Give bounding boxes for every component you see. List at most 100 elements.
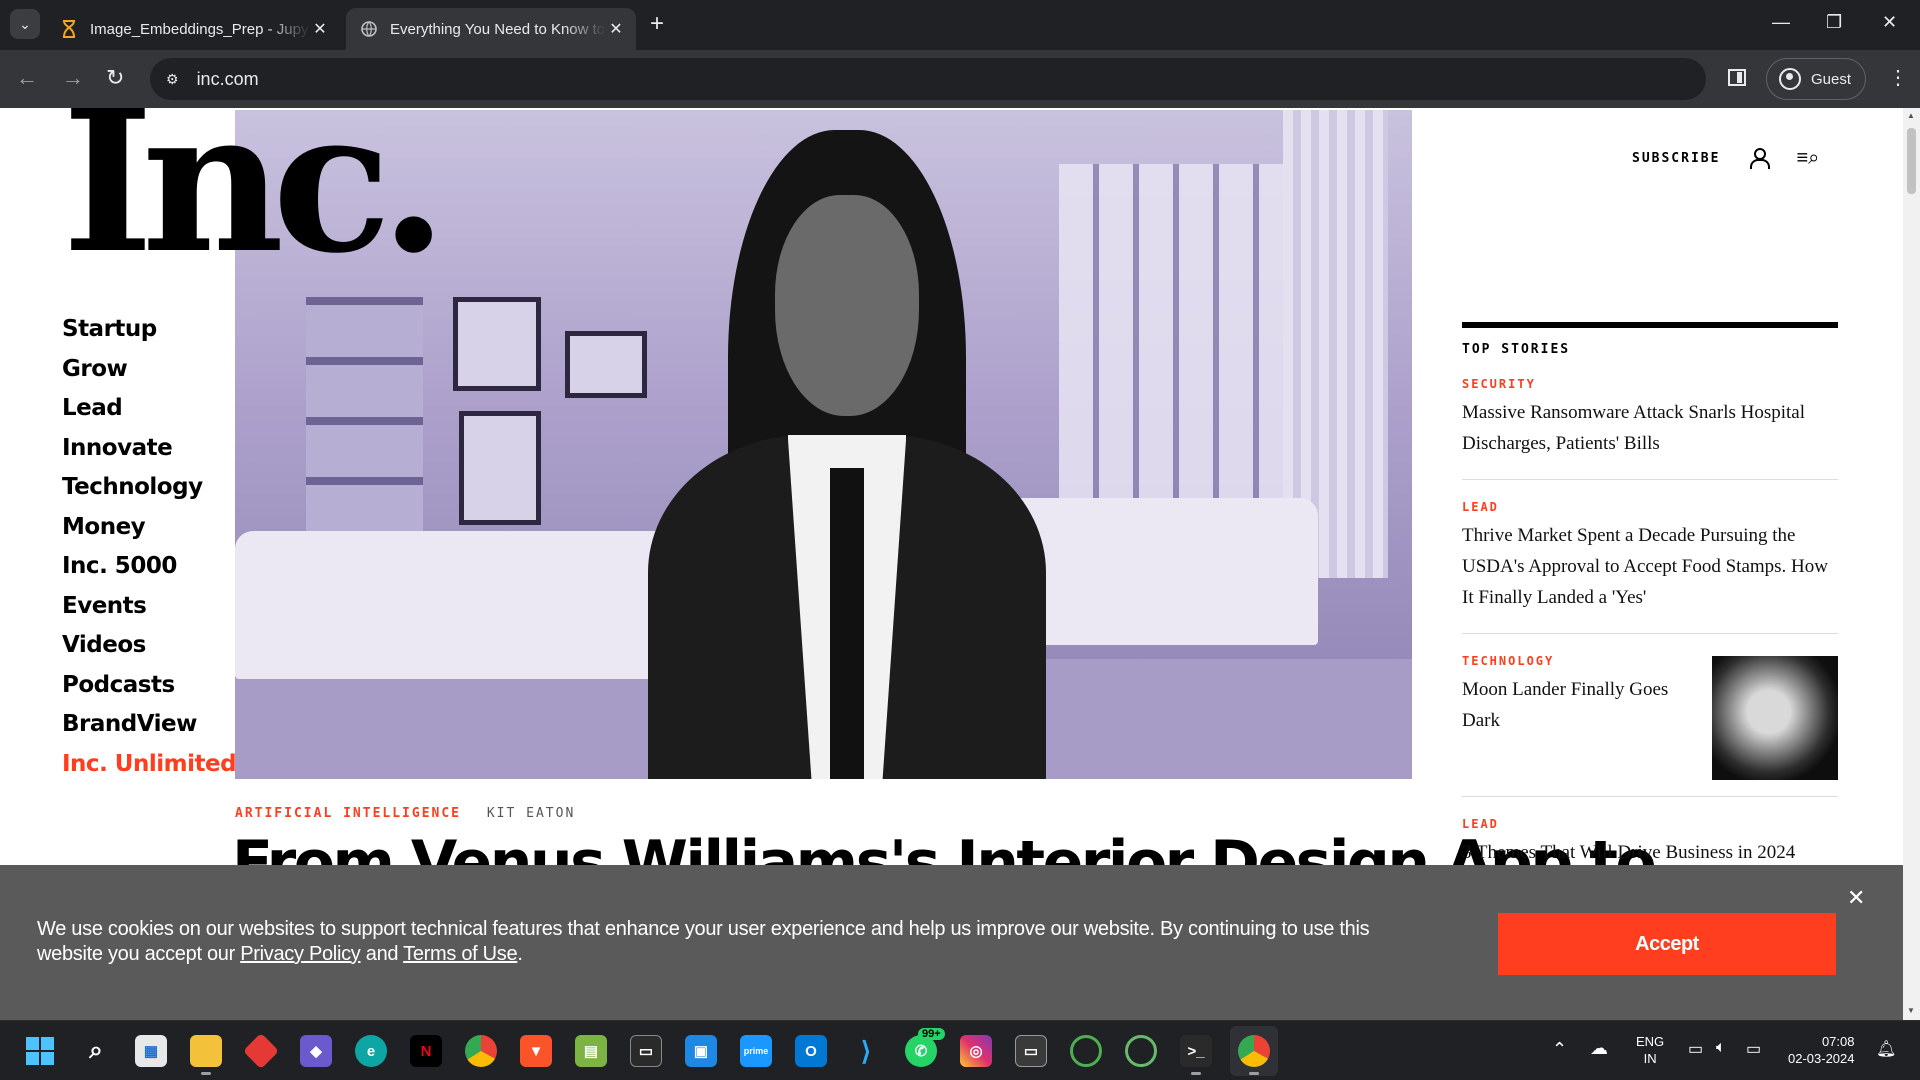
volume-muted-icon[interactable]: 🔈︎	[1716, 1039, 1726, 1057]
terms-of-use-link[interactable]: Terms of Use	[403, 943, 518, 965]
network-icon[interactable]: ▭	[1688, 1039, 1703, 1059]
tab-inc-article[interactable]: Everything You Need to Know to ✕	[346, 8, 636, 50]
cookie-close-icon[interactable]: ✕	[1847, 885, 1865, 911]
search-icon[interactable]: ⌕	[80, 1035, 112, 1067]
top-stories-heading: TOP STORIES	[1462, 342, 1571, 357]
page-scrollbar[interactable]: ▲ ▼	[1903, 108, 1920, 1020]
notification-bell-icon[interactable]: 🔔︎	[1876, 1039, 1896, 1059]
cookie-banner: We use cookies on our websites to suppor…	[0, 865, 1903, 1020]
chrome-icon[interactable]	[465, 1035, 497, 1067]
clock[interactable]: 07:08 02-03-2024	[1788, 1033, 1855, 1067]
article-category[interactable]: ARTIFICIAL INTELLIGENCE	[235, 806, 461, 821]
nav-videos[interactable]: Videos	[62, 626, 236, 666]
scroll-down-arrow-icon[interactable]: ▼	[1907, 1006, 1915, 1015]
prime-video-icon[interactable]: prime	[740, 1035, 772, 1067]
accept-cookies-button[interactable]: Accept	[1498, 913, 1836, 975]
browser-toolbar: ← → ↻ ⚙ inc.com Guest ⋮	[0, 50, 1920, 108]
url-text[interactable]: inc.com	[197, 69, 259, 90]
taskbar: ⌕ ▦ ◆ e N ▼ ▤ ▭ ▣ prime O ⟩ ✆ 99+ ◎ ▭ >_…	[0, 1020, 1920, 1080]
onedrive-icon[interactable]: ☁	[1590, 1038, 1608, 1059]
story-title[interactable]: 3 Themes That Will Drive Business in 202…	[1462, 837, 1838, 868]
article-author[interactable]: KIT EATON	[487, 806, 575, 821]
story-category[interactable]: LEAD	[1462, 817, 1838, 831]
inc-logo[interactable]: Inc.	[62, 108, 448, 280]
nav-innovate[interactable]: Innovate	[62, 429, 236, 469]
address-bar[interactable]: ⚙ inc.com	[150, 58, 1706, 100]
browser-tab-strip: ⌄ Image_Embeddings_Prep - Jupyter ✕ Ever…	[0, 0, 1920, 50]
brave-icon[interactable]: ▼	[520, 1035, 552, 1067]
scrollbar-thumb[interactable]	[1907, 128, 1916, 194]
app-image-icon[interactable]: ▤	[575, 1035, 607, 1067]
edge-icon[interactable]: e	[355, 1035, 387, 1067]
story-item[interactable]: LEAD Thrive Market Spent a Decade Pursui…	[1462, 480, 1838, 634]
app-blue-icon[interactable]: ▣	[685, 1035, 717, 1067]
restore-icon[interactable]: ❐	[1826, 12, 1842, 33]
app-diamond-icon[interactable]	[242, 1032, 280, 1070]
story-title[interactable]: Massive Ransomware Attack Snarls Hospita…	[1462, 397, 1838, 459]
scroll-up-arrow-icon[interactable]: ▲	[1907, 111, 1915, 120]
app-window-icon[interactable]: ▭	[1015, 1035, 1047, 1067]
nav-podcasts[interactable]: Podcasts	[62, 666, 236, 706]
app-ring-icon[interactable]	[1070, 1035, 1102, 1067]
lang-bottom: IN	[1643, 1051, 1657, 1066]
netflix-icon[interactable]: N	[410, 1035, 442, 1067]
side-panel-icon[interactable]	[1728, 69, 1746, 86]
tray-chevron-icon[interactable]: ⌃	[1552, 1039, 1567, 1060]
nav-events[interactable]: Events	[62, 587, 236, 627]
nav-money[interactable]: Money	[62, 508, 236, 548]
nav-brandview[interactable]: BrandView	[62, 705, 236, 745]
site-settings-icon[interactable]: ⚙	[166, 71, 179, 88]
copilot-icon[interactable]: ◆	[300, 1035, 332, 1067]
store-icon[interactable]: ▦	[135, 1035, 167, 1067]
menu-search-icon[interactable]: ≡⌕	[1796, 148, 1819, 168]
new-tab-plus-icon[interactable]: +	[650, 11, 664, 37]
clock-time: 07:08	[1821, 1034, 1855, 1049]
privacy-policy-link[interactable]: Privacy Policy	[240, 943, 361, 965]
reload-icon[interactable]: ↻	[106, 64, 124, 92]
nav-technology[interactable]: Technology	[62, 468, 236, 508]
section-nav: Startup Grow Lead Innovate Technology Mo…	[62, 310, 237, 785]
vscode-icon[interactable]: ⟩	[850, 1035, 882, 1067]
tab-search-chevron-icon[interactable]: ⌄	[10, 9, 40, 39]
nav-inc-unlimited[interactable]: Inc. Unlimited	[62, 745, 237, 785]
moon-thumbnail[interactable]	[1712, 656, 1838, 780]
cookie-and-text: and	[360, 943, 404, 965]
file-explorer-icon[interactable]	[190, 1035, 222, 1075]
close-tab-icon[interactable]: ✕	[310, 19, 330, 39]
battery-icon[interactable]: ▭	[1746, 1039, 1761, 1059]
account-icon[interactable]	[1750, 148, 1771, 169]
terminal-window-icon[interactable]: ▭	[630, 1035, 662, 1067]
article-meta: ARTIFICIAL INTELLIGENCE KIT EATON	[235, 806, 575, 821]
subscribe-link[interactable]: SUBSCRIBE	[1632, 151, 1720, 166]
story-title[interactable]: Moon Lander Finally Goes Dark	[1462, 674, 1682, 736]
face-shape	[774, 194, 920, 416]
cookie-text: We use cookies on our websites to suppor…	[37, 918, 1370, 965]
terminal-icon[interactable]: >_	[1180, 1035, 1212, 1075]
wall-frame-graphic	[458, 411, 541, 525]
outlook-icon[interactable]: O	[795, 1035, 827, 1067]
web-page: Inc. Startup Grow Lead Innovate Technolo…	[0, 108, 1920, 1020]
forward-arrow-icon[interactable]: →	[62, 64, 84, 92]
nav-inc-5000[interactable]: Inc. 5000	[62, 547, 236, 587]
close-tab-icon[interactable]: ✕	[606, 19, 626, 39]
story-item[interactable]: TECHNOLOGY Moon Lander Finally Goes Dark	[1462, 634, 1838, 797]
windows-start-icon[interactable]	[24, 1035, 56, 1067]
browser-menu-icon[interactable]: ⋮	[1888, 65, 1908, 90]
back-arrow-icon[interactable]: ←	[16, 64, 38, 92]
story-title[interactable]: Thrive Market Spent a Decade Pursuing th…	[1462, 520, 1838, 613]
nav-grow[interactable]: Grow	[62, 350, 236, 390]
window-close-icon[interactable]: ✕	[1882, 12, 1897, 33]
story-item[interactable]: SECURITY Massive Ransomware Attack Snarl…	[1462, 357, 1838, 480]
app-ring-icon[interactable]	[1125, 1035, 1157, 1067]
cookie-period: .	[517, 943, 523, 965]
profile-button[interactable]: Guest	[1766, 58, 1866, 100]
story-category[interactable]: SECURITY	[1462, 377, 1838, 391]
nav-startup[interactable]: Startup	[62, 310, 236, 350]
instagram-icon[interactable]: ◎	[960, 1035, 992, 1067]
language-indicator[interactable]: ENG IN	[1636, 1033, 1664, 1067]
story-category[interactable]: LEAD	[1462, 500, 1838, 514]
nav-lead[interactable]: Lead	[62, 389, 236, 429]
tab-jupyter[interactable]: Image_Embeddings_Prep - Jupyter ✕	[46, 8, 340, 50]
minimize-icon[interactable]: —	[1772, 12, 1790, 33]
chrome-active-icon[interactable]	[1238, 1035, 1270, 1075]
